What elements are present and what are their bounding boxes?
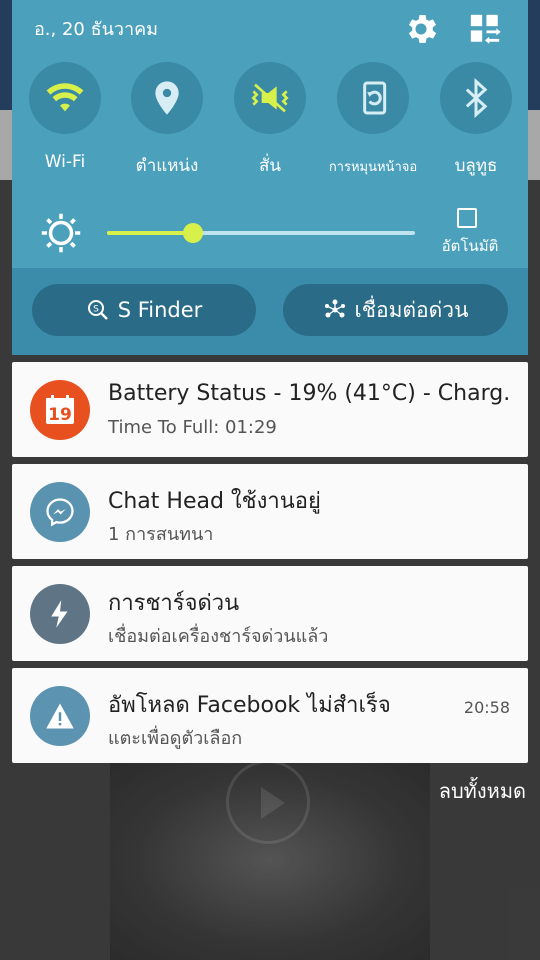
notification-title: Battery Status - 19% (41°C) - Charg..	[108, 381, 508, 406]
toggle-vibrate[interactable]: สั่น	[215, 60, 325, 180]
svg-text:S: S	[93, 305, 99, 315]
notification-subtitle: Time To Full: 01:29	[108, 417, 277, 438]
brightness-slider-knob[interactable]	[183, 223, 204, 243]
auto-brightness-label: อัตโนมัติ	[441, 237, 499, 255]
quick-connect-label: เชื่อมต่อด่วน	[354, 297, 469, 322]
notification-subtitle: แตะเพื่อดูตัวเลือก	[108, 728, 243, 749]
messenger-bubble-icon	[46, 498, 74, 527]
brightness-slider[interactable]	[107, 223, 415, 243]
toggle-location[interactable]: ตำแหน่ง	[112, 60, 222, 180]
toggle-wifi[interactable]: Wi-Fi	[10, 60, 120, 180]
location-icon	[155, 81, 179, 115]
toggle-rotation[interactable]: การหมุนหน้าจอ	[318, 60, 428, 180]
toggle-vibrate-label: สั่น	[259, 156, 281, 176]
battery-status-icon: 19	[30, 380, 90, 440]
finder-row: S S Finder เชื่อมต่อด่วน	[12, 268, 528, 355]
edit-grid-icon[interactable]	[467, 12, 503, 46]
auto-brightness-checkbox[interactable]	[457, 208, 477, 228]
panel-header: อ., 20 ธันวาคม	[12, 0, 528, 55]
notification-title: อัพโหลด Facebook ไม่สำเร็จ	[108, 693, 391, 718]
toggle-wifi-button[interactable]	[29, 62, 101, 134]
lightning-bolt-icon	[51, 600, 68, 628]
warning-triangle-icon	[46, 703, 74, 729]
search-icon: S	[87, 300, 108, 320]
notification-fast-charge[interactable]: การชาร์จด่วน เชื่อมต่อเครื่องชาร์จด่วนแล…	[12, 566, 528, 661]
notification-subtitle: 1 การสนทนา	[108, 524, 214, 545]
s-finder-button[interactable]: S S Finder	[32, 284, 256, 336]
brightness-icon	[41, 213, 81, 253]
toggle-bluetooth-label: บลูทูธ	[454, 156, 498, 176]
vibrate-icon	[251, 83, 289, 113]
toggle-rotation-button[interactable]	[337, 62, 409, 134]
rotate-icon	[363, 81, 387, 115]
settings-gear-icon[interactable]	[402, 10, 440, 48]
battery-icon-number: 19	[48, 405, 72, 425]
quick-connect-icon	[324, 299, 345, 318]
notification-battery[interactable]: 19 Battery Status - 19% (41°C) - Charg..…	[12, 362, 528, 457]
notification-chat-head[interactable]: Chat Head ใช้งานอยู่ 1 การสนทนา	[12, 464, 528, 559]
bluetooth-icon	[465, 78, 488, 118]
notification-title: Chat Head ใช้งานอยู่	[108, 489, 321, 514]
toggle-location-label: ตำแหน่ง	[135, 156, 199, 176]
notification-facebook-upload[interactable]: อัพโหลด Facebook ไม่สำเร็จ แตะเพื่อดูตัว…	[12, 668, 528, 763]
toggle-bluetooth-button[interactable]	[440, 62, 512, 134]
toggle-rotation-label: การหมุนหน้าจอ	[328, 160, 418, 175]
notification-subtitle: เชื่อมต่อเครื่องชาร์จด่วนแล้ว	[108, 626, 329, 647]
calendar-number-icon: 19	[46, 395, 74, 425]
notification-title: การชาร์จด่วน	[108, 591, 240, 616]
quick-connect-button[interactable]: เชื่อมต่อด่วน	[283, 284, 508, 336]
date-label: อ., 20 ธันวาคม	[34, 19, 159, 40]
fast-charge-icon	[30, 584, 90, 644]
brightness-slider-fill	[107, 231, 194, 235]
s-finder-label: S Finder	[117, 298, 203, 322]
quick-settings-panel: อ., 20 ธันวาคม Wi-Fi ตำแหน่ง สั่น การหมุ…	[12, 0, 528, 355]
notification-time: 20:58	[463, 698, 510, 717]
toggle-vibrate-button[interactable]	[234, 62, 306, 134]
clear-all-button[interactable]: ลบทั้งหมด	[439, 775, 526, 807]
toggle-wifi-label: Wi-Fi	[44, 152, 86, 172]
toggle-bluetooth[interactable]: บลูทูธ	[421, 60, 531, 180]
upload-failed-icon	[30, 686, 90, 746]
toggle-location-button[interactable]	[131, 62, 203, 134]
wifi-icon	[46, 83, 84, 112]
messenger-icon	[30, 482, 90, 542]
